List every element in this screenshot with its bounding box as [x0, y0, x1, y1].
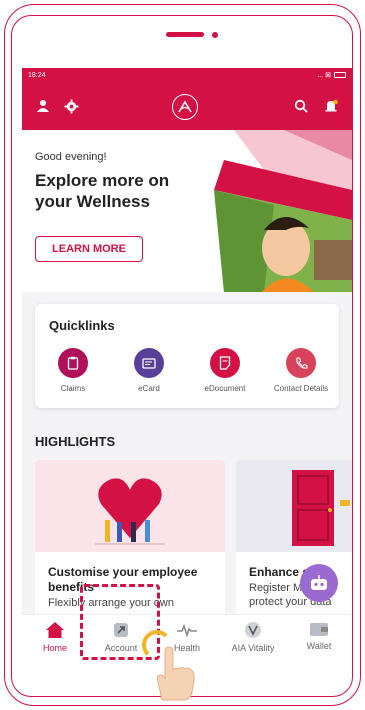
vitality-icon: [245, 622, 261, 638]
search-icon[interactable]: [294, 99, 308, 113]
status-text: ... ⊠: [317, 72, 331, 79]
quicklink-contact-details[interactable]: Contact Details: [266, 348, 336, 393]
quicklinks-card: Quicklinks Claims eCard eDocument Contac…: [35, 304, 339, 408]
banner-child-image: [214, 130, 352, 292]
quicklink-label: eCard: [138, 384, 160, 393]
battery-icon: [334, 72, 346, 78]
wellness-banner: Good evening! Explore more on your Welln…: [22, 130, 352, 292]
quicklink-edocument[interactable]: eDocument: [190, 348, 260, 393]
nav-label: AIA Vitality: [231, 643, 275, 653]
home-icon: [46, 622, 64, 638]
status-indicators: ... ⊠: [317, 71, 346, 79]
robot-icon: [311, 575, 327, 590]
card-icon: [134, 348, 164, 378]
highlights-title: HIGHLIGHTS: [35, 434, 116, 449]
quicklink-label: eDocument: [204, 384, 246, 393]
nav-label: Wallet: [306, 641, 332, 651]
nav-aia-vitality[interactable]: AIA Vitality: [223, 621, 283, 653]
notification-bell-icon[interactable]: [324, 99, 338, 114]
app-header: [22, 82, 352, 130]
wallet-icon: [310, 623, 328, 636]
banner-title: Explore more on your Wellness: [35, 171, 170, 211]
pointing-hand-icon: [156, 646, 195, 701]
nav-home[interactable]: Home: [25, 621, 85, 653]
chatbot-button[interactable]: [300, 564, 338, 602]
profile-icon[interactable]: [36, 99, 50, 113]
nav-wallet[interactable]: Wallet: [289, 621, 349, 651]
phone-speaker: [166, 32, 204, 37]
phone-icon: [286, 348, 316, 378]
settings-icon[interactable]: [64, 98, 79, 114]
app-screen: 18:24 ... ⊠ Good evening! Explore more o…: [22, 68, 352, 670]
quicklink-claims[interactable]: Claims: [38, 348, 108, 393]
clipboard-icon: [58, 348, 88, 378]
heart-people-illustration: [35, 460, 225, 552]
document-icon: [210, 348, 240, 378]
highlight-card-desc-2: protect your data: [249, 596, 332, 608]
door-illustration: [236, 460, 352, 552]
nav-label: Home: [42, 643, 67, 653]
status-bar: 18:24 ... ⊠: [22, 68, 352, 82]
status-time: 18:24: [28, 71, 46, 79]
greeting-text: Good evening!: [35, 151, 107, 163]
phone-camera: [212, 32, 218, 38]
aia-logo: [172, 94, 198, 120]
quicklinks-title: Quicklinks: [49, 318, 115, 333]
heartbeat-icon: [177, 623, 197, 638]
quicklink-label: Contact Details: [273, 384, 329, 393]
learn-more-button[interactable]: LEARN MORE: [35, 236, 143, 262]
quicklink-label: Claims: [60, 384, 86, 393]
quicklink-ecard[interactable]: eCard: [114, 348, 184, 393]
highlight-card-security[interactable]: Enhance s Register M to fu protect your …: [236, 460, 352, 630]
